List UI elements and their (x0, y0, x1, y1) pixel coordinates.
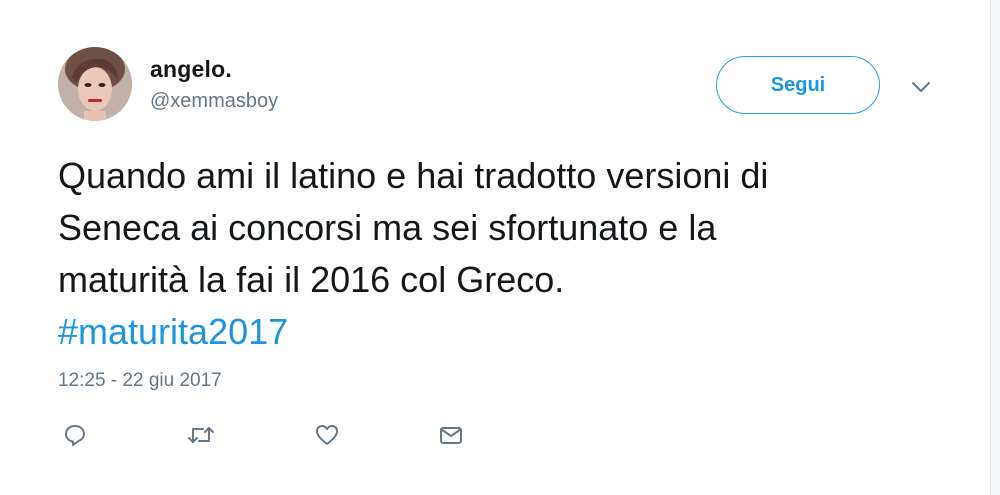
author-handle[interactable]: @xemmasboy (150, 90, 278, 113)
follow-button[interactable]: Segui (716, 56, 880, 114)
tweet-text-line: Quando ami il latino e hai tradotto vers… (58, 155, 769, 196)
tweet-text-line: maturità la fai il 2016 col Greco. (58, 259, 565, 300)
tweet-timestamp[interactable]: 12:25 - 22 giu 2017 (58, 370, 222, 392)
retweet-button[interactable] (184, 418, 218, 452)
tweet-actions (0, 418, 991, 452)
like-button[interactable] (310, 418, 344, 452)
more-options-button[interactable] (906, 76, 936, 98)
scrollbar[interactable] (991, 0, 1000, 495)
reply-icon (65, 425, 85, 446)
hashtag-link[interactable]: #maturita2017 (58, 311, 288, 352)
direct-message-button[interactable] (434, 418, 468, 452)
author-name[interactable]: angelo. (150, 56, 232, 83)
avatar-image (58, 47, 132, 121)
reply-button[interactable] (58, 418, 92, 452)
tweet-text-line: Seneca ai concorsi ma sei sfortunato e l… (58, 207, 717, 248)
tweet-card: angelo. @xemmasboy Segui Quando ami il l… (0, 0, 991, 495)
heart-icon (316, 425, 338, 445)
tweet-text: Quando ami il latino e hai tradotto vers… (58, 150, 958, 358)
avatar[interactable] (58, 47, 132, 121)
envelope-icon (440, 427, 462, 444)
chevron-down-icon (912, 82, 930, 92)
retweet-icon (188, 427, 214, 443)
